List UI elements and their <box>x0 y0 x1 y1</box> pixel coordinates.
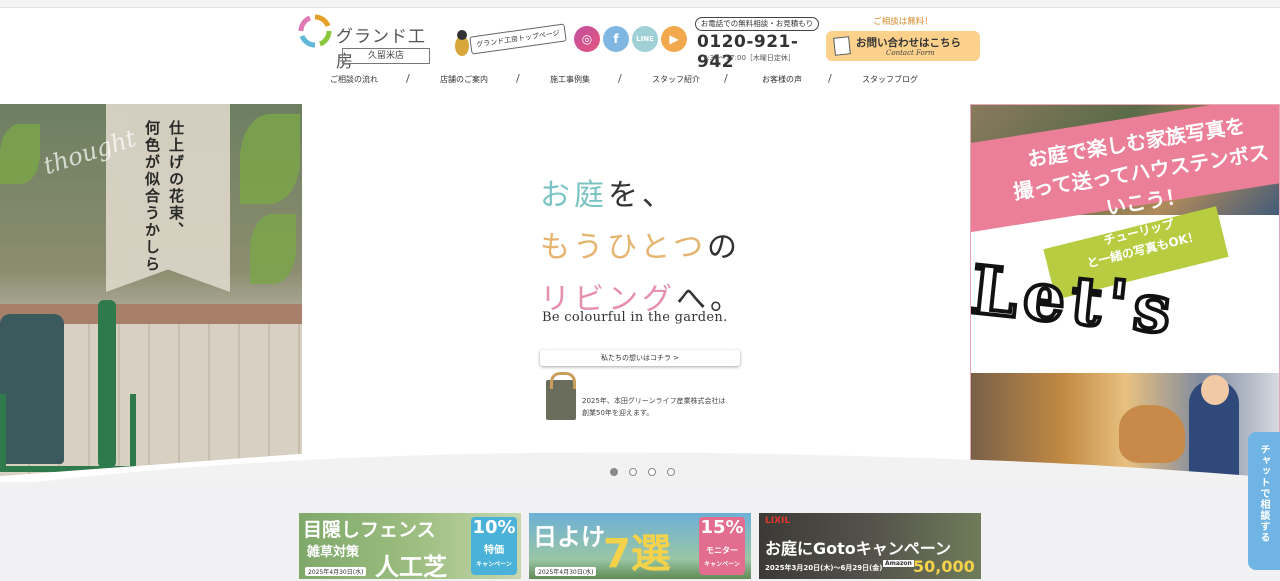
contact-note: ご相談は無料！ <box>873 17 933 27</box>
nav-separator: / <box>724 72 728 85</box>
nav-item-works[interactable]: 施工事例集 <box>550 74 590 85</box>
banner-3-brand: LIXIL <box>765 516 791 526</box>
chair <box>0 394 136 472</box>
nav-separator: / <box>828 72 832 85</box>
anniversary-text: 2025年、本田グリーンライフ産業株式会社は 創業50年を迎えます。 <box>582 395 725 419</box>
story-button[interactable]: 私たちの想いはコチラ > <box>540 350 740 366</box>
catch-line-1b: を、 <box>608 178 676 213</box>
banner-2-title-2: 7選 <box>603 531 671 577</box>
document-icon <box>833 36 851 56</box>
nav-separator: / <box>618 72 622 85</box>
leaf-shape <box>240 114 300 204</box>
contact-button-sub: Contact Form <box>886 49 935 57</box>
hero-center: お庭を、 もうひとつの リビングへ。 Be colourful in the g… <box>302 104 970 482</box>
mascot-icon <box>455 30 469 56</box>
toppage-link[interactable]: グランド工房トップページ <box>452 23 570 60</box>
leaf-shape <box>250 214 296 284</box>
global-nav: ご相談の流れ / 店舗のご案内 / 施工事例集 / スタッフ紹介 / お客様の声… <box>300 72 980 90</box>
phone-label: お電話での無料相談・お見積もり <box>695 17 819 31</box>
hero-left-text-1: 仕上げの花束、 <box>167 120 185 239</box>
banner-3-amount: 50,000 <box>913 557 975 576</box>
phone-hours: 9:30～17:00［木曜日定休］ <box>703 54 795 62</box>
hero-catchcopy: お庭を、 もうひとつの リビングへ。 <box>540 170 744 326</box>
logo-text: グランド工房 <box>336 27 426 72</box>
logo[interactable]: グランド工房 久留米店 <box>298 14 438 72</box>
store-name: 久留米店 <box>342 48 430 64</box>
catch-line-2a: もうひとつ <box>540 230 707 265</box>
phone-block: お電話での無料相談・お見積もり 0120-921-942 9:30～17:00［… <box>695 17 819 72</box>
hero-left-text-2: 何色が似合うかしら <box>143 120 161 273</box>
nav-item-voice[interactable]: お客様の声 <box>762 74 802 85</box>
toppage-link-label: グランド工房トップページ <box>469 23 567 55</box>
anniversary-bag-icon <box>546 372 576 420</box>
nav-separator: / <box>406 72 410 85</box>
nav-item-flow[interactable]: ご相談の流れ <box>330 74 378 85</box>
nav-item-staff[interactable]: スタッフ紹介 <box>652 74 700 85</box>
instagram-icon[interactable]: ◎ <box>574 26 600 52</box>
line-icon[interactable]: LINE <box>632 26 658 52</box>
contact-button[interactable]: お問い合わせはこちら Contact Form <box>826 31 980 61</box>
leaf-shape <box>0 124 40 184</box>
banner-1-percent: 10% <box>472 517 516 538</box>
contact-block: ご相談は無料！ お問い合わせはこちら Contact Form <box>826 15 980 63</box>
nav-separator: / <box>516 72 520 85</box>
nav-item-store[interactable]: 店舗のご案内 <box>440 74 488 85</box>
slider-dot-2[interactable] <box>629 468 637 476</box>
contact-button-label: お問い合わせはこちら <box>856 37 961 49</box>
phone-number[interactable]: 0120-921-942 <box>697 32 819 72</box>
nav-item-blog[interactable]: スタッフブログ <box>862 74 918 85</box>
banner-2-percent: 15% <box>700 517 744 538</box>
youtube-icon[interactable]: ▶ <box>661 26 687 52</box>
slider-dot-3[interactable] <box>648 468 656 476</box>
banner-3-date: 2025年3月20日(木)～6月29日(金) <box>765 564 883 572</box>
campaign-banner-goto[interactable]: LIXIL お庭にGotoキャンペーン 2025年3月20日(木)～6月29日(… <box>759 513 981 579</box>
hero-slider: 仕上げの花束、 何色が似合うかしら thought お庭を、 もうひとつの リビ… <box>0 104 1280 482</box>
slider-dots <box>610 468 680 478</box>
campaign-banner-sunshade[interactable]: 日よけ 7選 2025年4月30日(水) 15% モニター キャンペーン <box>529 513 751 579</box>
hero-left-image[interactable]: 仕上げの花束、 何色が似合うかしら thought <box>0 104 302 476</box>
banner-3-amazon: Amazon <box>883 560 914 567</box>
top-bar <box>0 0 1280 8</box>
anniversary-line-1: 2025年、本田グリーンライフ産業株式会社は <box>582 397 726 405</box>
banner-1-badge: 10% 特価 キャンペーン <box>471 517 517 575</box>
banner-2-date: 2025年4月30日(水) <box>535 567 597 576</box>
banner-1-title-1: 目隠しフェンス <box>303 519 436 541</box>
chat-button[interactable]: チャットで相談する <box>1248 432 1280 570</box>
campaign-banner-fence[interactable]: 目隠しフェンス 雑草対策 人工芝 2025年4月30日(水) 10% 特価 キャ… <box>299 513 521 579</box>
catch-line-2b: の <box>707 230 741 265</box>
banner-1-badge-1: 特価 <box>484 545 504 556</box>
banner-2-badge-2: キャンペーン <box>704 561 740 568</box>
logo-mark-icon <box>298 14 332 48</box>
banner-2-badge-1: モニター <box>706 546 738 555</box>
hero-tagline: Be colourful in the garden. <box>542 310 728 325</box>
banner-2-badge: 15% モニター キャンペーン <box>699 517 745 575</box>
slider-dot-4[interactable] <box>667 468 675 476</box>
anniversary-line-2: 創業50年を迎えます。 <box>582 409 654 417</box>
catch-line-1a: お庭 <box>540 178 608 213</box>
banner-2-title-1: 日よけ <box>533 523 605 551</box>
banner-1-date: 2025年4月30日(水) <box>305 567 367 576</box>
kid-photo <box>1189 375 1239 481</box>
banner-1-title-3: 人工芝 <box>375 553 447 579</box>
chat-button-label: チャットで相談する <box>1258 444 1269 543</box>
banner-1-badge-2: キャンペーン <box>476 561 512 568</box>
banner-1-title-2: 雑草対策 <box>307 545 360 560</box>
dog-photo <box>1119 405 1185 463</box>
banner-3-title: お庭にGotoキャンペーン <box>765 539 951 558</box>
facebook-icon[interactable]: f <box>603 26 629 52</box>
hero-right-image[interactable]: お庭で楽しむ家族写真を 撮って送ってハウステンボス いこう！ チューリップ と一… <box>970 104 1280 482</box>
slider-dot-1[interactable] <box>610 468 618 476</box>
